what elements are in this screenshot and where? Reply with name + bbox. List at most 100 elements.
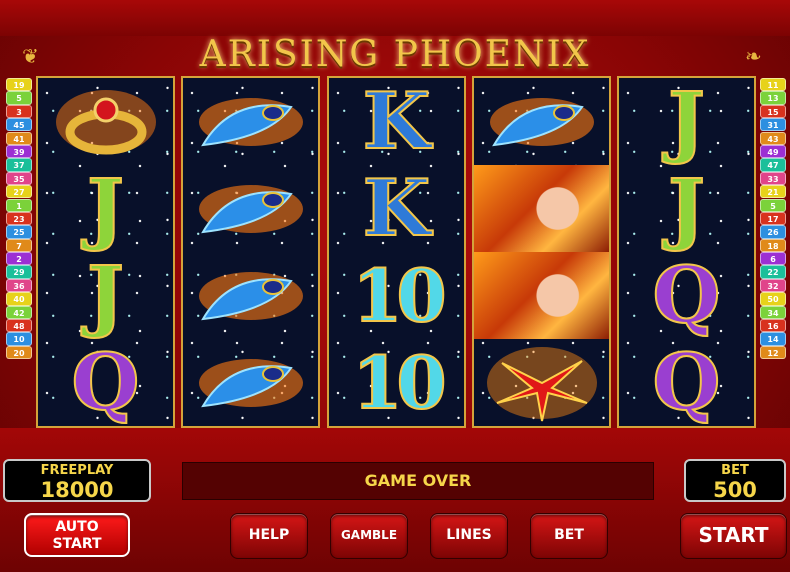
- payline-badge[interactable]: 43: [760, 131, 786, 145]
- symbol-10: 10: [329, 252, 464, 339]
- left-payline-indicators: 19 5 3 45 41 39 37 35 27 1 23 25 7 2 29 36 40 42 48 10 20: [6, 78, 32, 360]
- payline-badge[interactable]: 48: [6, 319, 32, 333]
- symbol-letter: 10: [351, 252, 447, 338]
- symbol-letter: Q: [71, 336, 141, 428]
- symbol-letter: 10: [351, 339, 447, 425]
- reel-1: JJQ: [36, 76, 175, 428]
- feather-symbol-icon: [474, 78, 609, 165]
- symbol-k: K: [329, 78, 464, 165]
- payline-badge[interactable]: 27: [6, 185, 32, 199]
- payline-badge[interactable]: 26: [760, 225, 786, 239]
- payline-badge[interactable]: 11: [760, 78, 786, 92]
- payline-badge[interactable]: 7: [6, 238, 32, 252]
- right-payline-indicators: 11 13 15 31 43 49 47 33 21 5 17 26 18 6 22 32 50 34 16 14 12: [760, 78, 786, 360]
- payline-badge[interactable]: 33: [760, 171, 786, 186]
- symbol-letter: K: [362, 162, 432, 254]
- symbol-letter: J: [86, 249, 125, 341]
- payline-badge[interactable]: 32: [760, 278, 786, 293]
- symbol-q: Q: [38, 339, 173, 426]
- payline-badge[interactable]: 45: [6, 118, 32, 132]
- bet-value: 500: [713, 478, 757, 502]
- phoenix-lady-symbol: [474, 165, 609, 252]
- payline-badge[interactable]: 21: [760, 185, 786, 199]
- payline-badge[interactable]: 5: [760, 198, 786, 212]
- reel-5: JJQQ: [617, 76, 756, 428]
- payline-badge[interactable]: 19: [6, 78, 32, 92]
- help-button[interactable]: HELP: [230, 513, 308, 559]
- payline-badge[interactable]: 18: [760, 238, 786, 252]
- payline-badge[interactable]: 12: [760, 345, 786, 360]
- bet-button[interactable]: BET: [530, 513, 608, 559]
- freeplay-value: 18000: [40, 478, 114, 502]
- payline-badge[interactable]: 6: [760, 252, 786, 266]
- payline-badge[interactable]: 36: [6, 278, 32, 293]
- feather-icon: [489, 97, 594, 146]
- payline-badge[interactable]: 34: [760, 305, 786, 319]
- feather-icon: [198, 97, 303, 146]
- reel-4: [472, 76, 611, 428]
- payline-badge[interactable]: 17: [760, 211, 786, 226]
- feather-symbol-icon: [183, 78, 318, 165]
- payline-badge[interactable]: 41: [6, 131, 32, 145]
- start-button[interactable]: START: [680, 513, 787, 559]
- game-title: ARISING PHOENIX: [199, 34, 591, 75]
- symbol-k: K: [329, 165, 464, 252]
- payline-badge[interactable]: 13: [760, 91, 786, 105]
- payline-badge[interactable]: 40: [6, 292, 32, 306]
- auto-start-label-line: AUTO: [55, 519, 99, 535]
- reel-3: K K 10 10: [327, 76, 466, 428]
- symbol-j: J: [38, 165, 173, 252]
- feather-icon: [198, 184, 303, 233]
- payline-badge[interactable]: 10: [6, 332, 32, 346]
- symbol-letter: J: [667, 75, 706, 167]
- payline-badge[interactable]: 23: [6, 211, 32, 226]
- feather-symbol-icon: [183, 339, 318, 426]
- payline-badge[interactable]: 31: [760, 118, 786, 132]
- bet-label: BET: [721, 463, 749, 478]
- payline-badge[interactable]: 49: [760, 144, 786, 159]
- symbol-j: J: [619, 78, 754, 165]
- payline-badge[interactable]: 39: [6, 144, 32, 159]
- symbol-letter: J: [86, 162, 125, 254]
- payline-badge[interactable]: 15: [760, 104, 786, 119]
- lily-symbol-icon: [474, 339, 609, 426]
- bet-display: BET 500: [684, 459, 786, 502]
- symbol-letter: Q: [652, 249, 722, 341]
- payline-badge[interactable]: 20: [6, 345, 32, 360]
- symbol-j: J: [619, 165, 754, 252]
- ring-symbol-icon: [38, 78, 173, 165]
- ring-icon: [55, 89, 156, 154]
- freeplay-display: FREEPLAY 18000: [3, 459, 151, 502]
- feather-symbol-icon: [183, 252, 318, 339]
- payline-badge[interactable]: 5: [6, 91, 32, 105]
- symbol-letter: J: [667, 162, 706, 254]
- symbol-j: J: [38, 252, 173, 339]
- phoenix-lady-symbol: [474, 252, 609, 339]
- payline-badge[interactable]: 14: [760, 332, 786, 346]
- portrait-icon: [474, 252, 609, 339]
- payline-badge[interactable]: 37: [6, 158, 32, 172]
- payline-badge[interactable]: 2: [6, 252, 32, 266]
- payline-badge[interactable]: 25: [6, 225, 32, 239]
- top-bar: [0, 0, 790, 36]
- symbol-10: 10: [329, 339, 464, 426]
- freeplay-label: FREEPLAY: [40, 463, 114, 478]
- lines-button[interactable]: LINES: [430, 513, 508, 559]
- auto-start-button[interactable]: AUTO START: [24, 513, 130, 557]
- status-message: GAME OVER: [182, 462, 654, 500]
- payline-badge[interactable]: 47: [760, 158, 786, 172]
- payline-badge[interactable]: 22: [760, 265, 786, 279]
- payline-badge[interactable]: 42: [6, 305, 32, 319]
- symbol-letter: Q: [652, 336, 722, 428]
- symbol-letter: K: [362, 75, 432, 167]
- gamble-button[interactable]: GAMBLE: [330, 513, 408, 559]
- portrait-icon: [474, 165, 609, 252]
- payline-badge[interactable]: 35: [6, 171, 32, 186]
- payline-badge[interactable]: 3: [6, 104, 32, 119]
- reel-2: [181, 76, 320, 428]
- payline-badge[interactable]: 16: [760, 319, 786, 333]
- payline-badge[interactable]: 29: [6, 265, 32, 279]
- payline-badge[interactable]: 1: [6, 198, 32, 212]
- payline-badge[interactable]: 50: [760, 292, 786, 306]
- symbol-q: Q: [619, 252, 754, 339]
